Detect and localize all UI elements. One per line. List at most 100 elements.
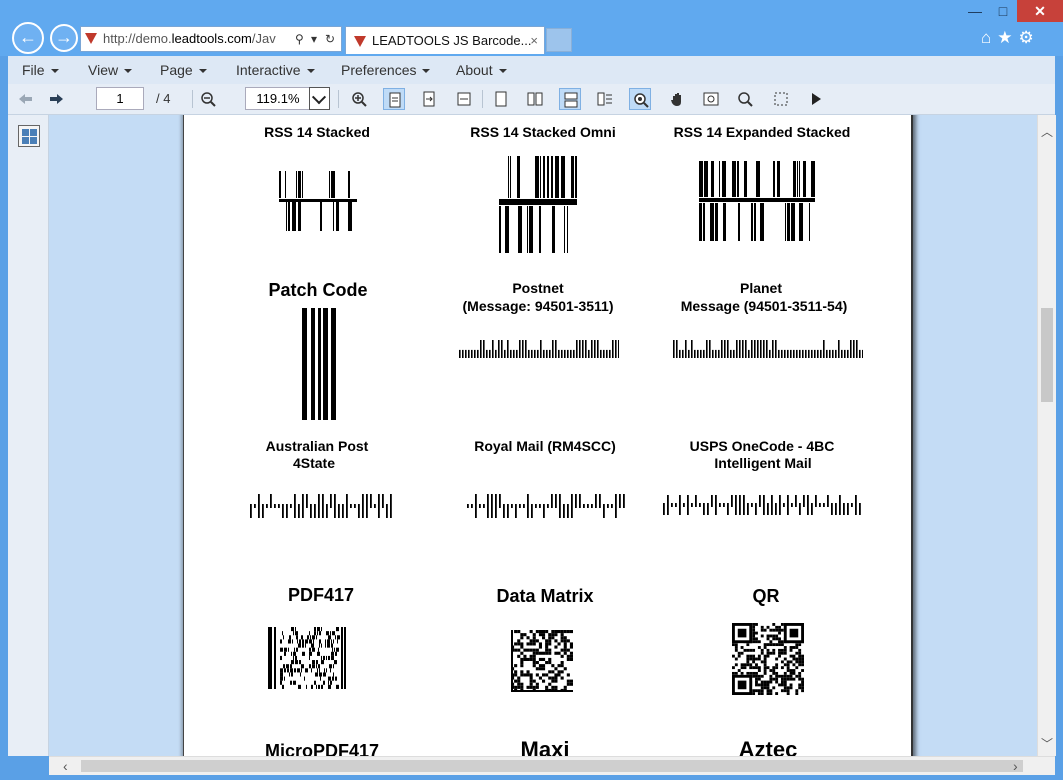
barcode-usps-onecode <box>663 495 861 515</box>
label-maxi: Maxi <box>520 737 570 757</box>
search-icon[interactable]: ⚲ <box>295 27 304 51</box>
barcode-rss14-expanded-stacked <box>699 161 815 241</box>
zoom-rect-button[interactable] <box>700 88 722 110</box>
run-button[interactable] <box>805 88 827 110</box>
settings-gear-icon[interactable]: ⚙ <box>1019 28 1034 48</box>
refresh-icon[interactable]: ↻ <box>325 27 335 51</box>
magnifier-icon <box>738 92 753 107</box>
thumbnails-toggle-button[interactable] <box>18 125 40 147</box>
address-bar[interactable]: http://demo.leadtools.com/Jav ⚲ ▾ ↻ <box>80 26 342 52</box>
label-intelligent-mail: Intelligent Mail <box>714 455 812 471</box>
chevron-down-icon <box>50 69 59 74</box>
label-qr: QR <box>752 586 780 606</box>
next-page-button[interactable] <box>46 88 68 110</box>
double-page-icon <box>527 92 543 106</box>
barcode-data-matrix <box>511 630 573 692</box>
thumbnails-grid-icon <box>22 129 29 136</box>
vertical-scroll-thumb[interactable] <box>1041 308 1053 402</box>
tab-favicon-icon <box>354 36 366 47</box>
scroll-up-arrow-icon[interactable]: ︿ <box>1038 123 1056 140</box>
double-page-button[interactable] <box>524 88 546 110</box>
browser-right-icons: ⌂ ★ ⚙ <box>981 28 1034 48</box>
barcode-pdf417 <box>268 627 346 689</box>
fit-width-button[interactable] <box>418 88 440 110</box>
menu-file[interactable]: File <box>22 56 59 84</box>
browser-window: — □ ✕ ← → http://demo.leadtools.com/Jav … <box>0 0 1063 780</box>
play-icon <box>812 93 821 105</box>
pan-tool-button[interactable] <box>666 88 688 110</box>
thumbnail-panel <box>8 115 49 756</box>
zoom-level-input[interactable]: 119.1% <box>245 87 311 110</box>
menu-about[interactable]: About <box>456 56 507 84</box>
menu-view[interactable]: View <box>88 56 133 84</box>
horizontal-layout-button[interactable] <box>594 88 616 110</box>
label-usps-onecode: USPS OneCode - 4BC <box>689 438 835 454</box>
scroll-down-arrow-icon[interactable]: ﹀ <box>1038 735 1056 752</box>
previous-page-button[interactable] <box>14 88 36 110</box>
home-icon[interactable]: ⌂ <box>981 28 991 48</box>
vertical-layout-button[interactable] <box>559 88 581 110</box>
arrow-left-icon <box>19 94 32 104</box>
toolbar-separator <box>338 90 339 108</box>
scroll-right-arrow-icon[interactable]: › <box>1013 757 1018 775</box>
barcode-postnet <box>459 340 619 358</box>
address-dropdown-icon[interactable]: ▾ <box>311 27 317 51</box>
vertical-layout-icon <box>564 92 578 108</box>
menu-page[interactable]: Page <box>160 56 207 84</box>
barcode-patch-code <box>302 308 336 420</box>
label-rss14-stacked: RSS 14 Stacked <box>264 124 370 140</box>
document-viewer[interactable]: RSS 14 Stacked RSS 14 Stacked Omni RSS 1… <box>49 115 1037 756</box>
zoom-dropdown-button[interactable] <box>309 87 330 110</box>
close-window-button[interactable]: ✕ <box>1017 0 1063 22</box>
horizontal-scroll-thumb[interactable] <box>81 760 1023 772</box>
thumbnails-grid-icon <box>30 137 37 144</box>
chevron-down-icon <box>306 69 315 74</box>
chevron-down-icon <box>198 69 207 74</box>
menu-file-label: File <box>22 62 45 78</box>
label-australian-post: Australian Post <box>265 438 369 454</box>
maximize-button[interactable]: □ <box>989 0 1017 22</box>
label-rss14-expanded-stacked: RSS 14 Expanded Stacked <box>673 124 851 140</box>
toolbar-separator <box>192 90 193 108</box>
select-rect-icon <box>774 92 788 106</box>
favorites-star-icon[interactable]: ★ <box>997 28 1012 48</box>
chevron-down-icon <box>498 69 507 74</box>
address-url: http://demo.leadtools.com/Jav <box>103 31 276 46</box>
barcode-planet <box>673 340 863 358</box>
back-button[interactable]: ← <box>12 22 44 54</box>
menu-preferences-label: Preferences <box>341 62 417 78</box>
horizontal-scrollbar[interactable]: ‹ › <box>49 756 1055 775</box>
forward-button[interactable]: → <box>50 24 78 52</box>
browser-tab-active[interactable]: LEADTOOLS JS Barcode... × <box>345 26 545 54</box>
magnify-glass-icon <box>634 93 649 108</box>
zoom-out-button[interactable] <box>197 88 219 110</box>
label-royal-mail: Royal Mail (RM4SCC) <box>474 438 616 454</box>
actual-size-button[interactable] <box>453 88 475 110</box>
zoom-in-button[interactable] <box>348 88 370 110</box>
label-micropdf417: MicroPDF417 <box>264 741 380 756</box>
menu-about-label: About <box>456 62 493 78</box>
barcode-qr <box>732 623 804 695</box>
magnify-button[interactable] <box>734 88 756 110</box>
chevron-down-icon <box>422 69 431 74</box>
menu-interactive[interactable]: Interactive <box>236 56 315 84</box>
select-region-button[interactable] <box>770 88 792 110</box>
barcode-royal-mail <box>467 494 625 518</box>
magnify-glass-button[interactable] <box>629 88 651 110</box>
toolbar-separator <box>482 90 483 108</box>
page-number-input[interactable]: 1 <box>96 87 144 110</box>
new-tab-button[interactable] <box>546 28 572 52</box>
window-controls: — □ ✕ <box>961 0 1063 22</box>
label-postnet-message: (Message: 94501-3511) <box>462 298 614 314</box>
menu-preferences[interactable]: Preferences <box>341 56 431 84</box>
menu-view-label: View <box>88 62 119 78</box>
fit-page-button[interactable] <box>383 88 405 110</box>
arrow-right-icon <box>50 94 63 104</box>
single-page-button[interactable] <box>490 88 512 110</box>
label-data-matrix: Data Matrix <box>496 586 594 606</box>
minimize-button[interactable]: — <box>961 0 989 22</box>
vertical-scrollbar[interactable]: ︿ ﹀ <box>1037 115 1056 756</box>
scroll-left-arrow-icon[interactable]: ‹ <box>63 757 68 775</box>
tab-close-icon[interactable]: × <box>530 27 538 55</box>
thumbnails-grid-icon <box>30 129 37 136</box>
